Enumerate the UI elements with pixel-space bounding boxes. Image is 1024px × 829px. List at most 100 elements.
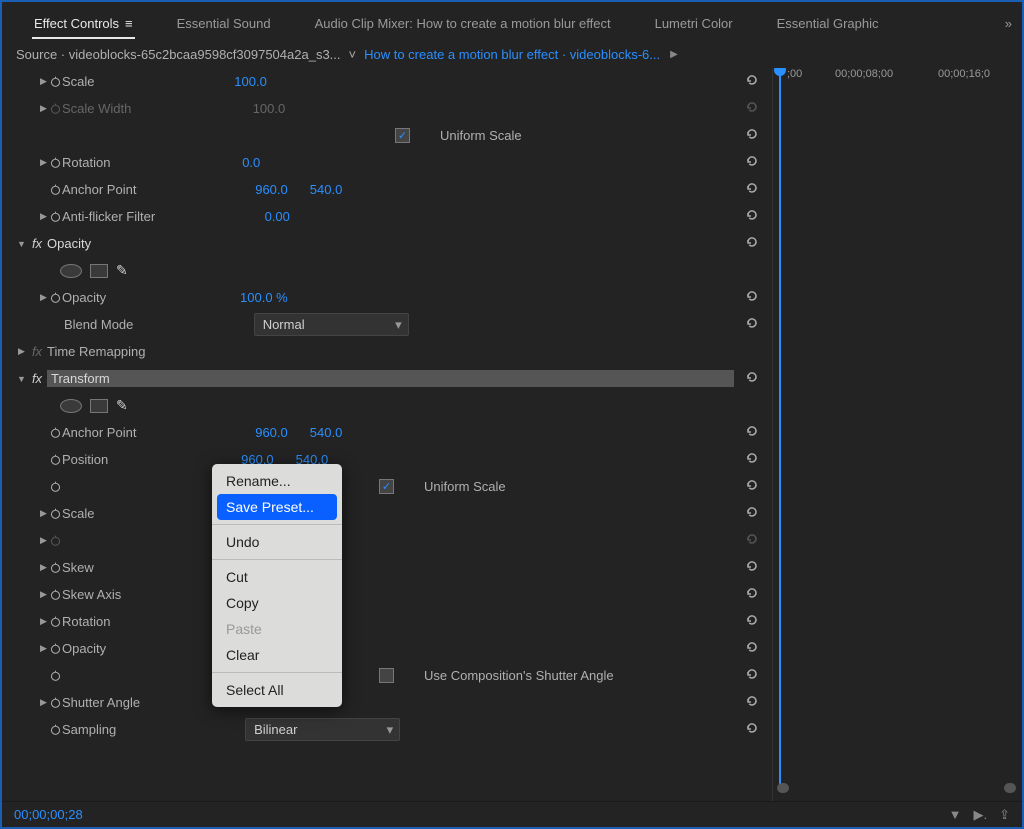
reset-icon[interactable]: [744, 639, 764, 658]
timeline-ruler[interactable]: ;00 00;00;08;00 00;00;16;0: [772, 68, 1022, 801]
stopwatch-icon[interactable]: [49, 75, 62, 88]
disclosure-icon[interactable]: [38, 103, 49, 114]
menu-save-preset[interactable]: Save Preset...: [217, 494, 337, 520]
value-scale[interactable]: 100.0: [234, 74, 267, 89]
stopwatch-icon[interactable]: [49, 183, 62, 196]
reset-icon[interactable]: [744, 477, 764, 496]
sequence-link[interactable]: How to create a motion blur effect · vid…: [364, 47, 660, 62]
ellipse-mask-icon[interactable]: [60, 264, 82, 278]
disclosure-icon[interactable]: [16, 346, 27, 357]
value-anchor-x[interactable]: 960.0: [255, 182, 288, 197]
rect-mask-icon[interactable]: [90, 264, 108, 278]
value-opacity[interactable]: 100.0 %: [240, 290, 288, 305]
reset-icon[interactable]: [744, 585, 764, 604]
reset-icon[interactable]: [744, 693, 764, 712]
disclosure-icon[interactable]: [38, 562, 49, 573]
reset-icon[interactable]: [744, 450, 764, 469]
fx-opacity[interactable]: Opacity: [47, 236, 91, 251]
reset-icon[interactable]: [744, 315, 764, 334]
filter-icon[interactable]: ▼: [949, 807, 962, 823]
stopwatch-icon[interactable]: [49, 723, 62, 736]
checkbox-t-uniform[interactable]: [379, 479, 394, 494]
disclosure-icon[interactable]: [38, 643, 49, 654]
disclosure-icon[interactable]: [38, 211, 49, 222]
fx-badge[interactable]: fx: [27, 371, 47, 386]
reset-icon[interactable]: [744, 207, 764, 226]
play-icon[interactable]: ▶: [670, 49, 678, 60]
value-antiflicker[interactable]: 0.00: [265, 209, 290, 224]
zoom-handle-left[interactable]: [777, 783, 789, 793]
menu-cut[interactable]: Cut: [212, 564, 342, 590]
stopwatch-icon[interactable]: [49, 453, 62, 466]
checkbox-uniform-scale[interactable]: [395, 128, 410, 143]
disclosure-icon[interactable]: [38, 616, 49, 627]
fx-transform[interactable]: Transform: [47, 370, 734, 387]
value-t-anchor-y[interactable]: 540.0: [310, 425, 343, 440]
pen-mask-icon[interactable]: ✎: [116, 262, 128, 279]
mask-tools[interactable]: ✎: [60, 262, 128, 279]
pen-mask-icon[interactable]: ✎: [116, 397, 128, 414]
reset-icon[interactable]: [744, 234, 764, 253]
fx-badge[interactable]: fx: [27, 344, 47, 359]
disclosure-icon[interactable]: [38, 589, 49, 600]
playhead-handle[interactable]: [774, 68, 786, 76]
reset-icon[interactable]: [744, 423, 764, 442]
stopwatch-icon[interactable]: [49, 588, 62, 601]
value-rotation[interactable]: 0.0: [242, 155, 260, 170]
timecode[interactable]: 00;00;00;28: [14, 807, 83, 822]
disclosure-icon[interactable]: [38, 76, 49, 87]
disclosure-icon[interactable]: [38, 292, 49, 303]
tab-effect-controls[interactable]: Effect Controls≡: [12, 8, 155, 39]
reset-icon[interactable]: [744, 153, 764, 172]
tabs-overflow[interactable]: »: [1005, 16, 1012, 31]
stopwatch-icon[interactable]: [49, 561, 62, 574]
stopwatch-icon[interactable]: [49, 669, 62, 682]
rect-mask-icon[interactable]: [90, 399, 108, 413]
reset-icon[interactable]: [744, 126, 764, 145]
dropdown-blend-mode[interactable]: Normal: [254, 313, 409, 336]
ellipse-mask-icon[interactable]: [60, 399, 82, 413]
stopwatch-icon[interactable]: [49, 480, 62, 493]
menu-select-all[interactable]: Select All: [212, 677, 342, 703]
disclosure-icon[interactable]: [38, 697, 49, 708]
value-anchor-y[interactable]: 540.0: [310, 182, 343, 197]
checkbox-shutter-comp[interactable]: [379, 668, 394, 683]
disclosure-icon[interactable]: [38, 535, 49, 546]
reset-icon[interactable]: [744, 504, 764, 523]
stopwatch-icon[interactable]: [49, 696, 62, 709]
tab-audio-mixer[interactable]: Audio Clip Mixer: How to create a motion…: [293, 8, 633, 39]
disclosure-icon[interactable]: [16, 238, 27, 249]
stopwatch-icon[interactable]: [49, 615, 62, 628]
stopwatch-icon[interactable]: [49, 642, 62, 655]
stopwatch-icon[interactable]: [49, 156, 62, 169]
reset-icon[interactable]: [744, 720, 764, 739]
stopwatch-icon[interactable]: [49, 210, 62, 223]
menu-rename[interactable]: Rename...: [212, 468, 342, 494]
tab-essential-graphic[interactable]: Essential Graphic: [755, 8, 901, 39]
stopwatch-icon[interactable]: [49, 507, 62, 520]
hamburger-icon[interactable]: ≡: [125, 16, 133, 31]
disclosure-icon[interactable]: [38, 508, 49, 519]
fx-badge[interactable]: fx: [27, 236, 47, 251]
reset-icon[interactable]: [744, 72, 764, 91]
tab-lumetri-color[interactable]: Lumetri Color: [633, 8, 755, 39]
stopwatch-icon[interactable]: [49, 426, 62, 439]
fx-time-remap[interactable]: Time Remapping: [47, 344, 146, 359]
reset-icon[interactable]: [744, 288, 764, 307]
mask-tools[interactable]: ✎: [60, 397, 128, 414]
source-label[interactable]: Source · videoblocks-65c2bcaa9598cf30975…: [16, 47, 341, 62]
reset-icon[interactable]: [744, 180, 764, 199]
export-icon[interactable]: ⇪: [999, 807, 1010, 823]
reset-icon[interactable]: [744, 666, 764, 685]
value-t-anchor-x[interactable]: 960.0: [255, 425, 288, 440]
chevron-down-icon[interactable]: ˅: [349, 47, 357, 62]
tab-essential-sound[interactable]: Essential Sound: [155, 8, 293, 39]
reset-icon[interactable]: [744, 612, 764, 631]
reset-icon[interactable]: [744, 369, 764, 388]
menu-clear[interactable]: Clear: [212, 642, 342, 668]
stopwatch-icon[interactable]: [49, 291, 62, 304]
play-only-icon[interactable]: ▶.: [973, 807, 987, 823]
reset-icon[interactable]: [744, 558, 764, 577]
disclosure-icon[interactable]: [16, 373, 27, 384]
dropdown-sampling[interactable]: Bilinear: [245, 718, 400, 741]
